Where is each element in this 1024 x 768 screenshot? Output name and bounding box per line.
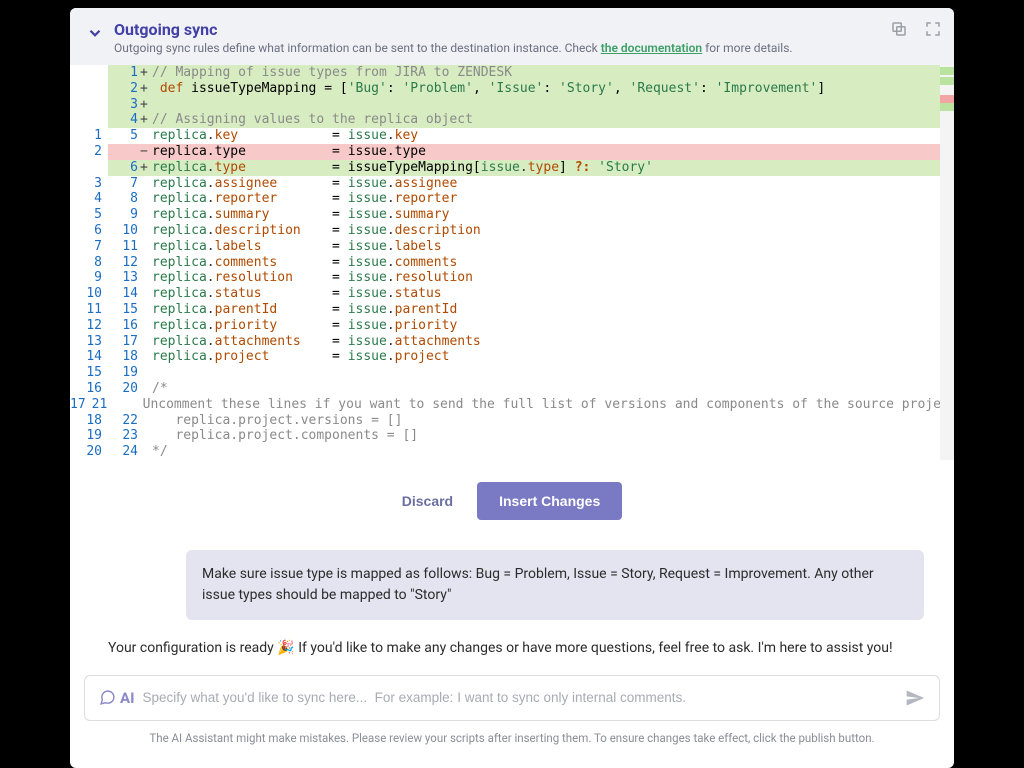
code-line[interactable]: 1317 replica.attachments = issue.attachm… — [70, 334, 954, 350]
code-line[interactable]: 37 replica.assignee = issue.assignee — [70, 176, 954, 192]
ai-message-text-pre: Your configuration is ready — [108, 640, 277, 656]
chevron-down-icon — [86, 24, 104, 42]
subtitle-text-post: for more details. — [702, 41, 792, 55]
code-line[interactable]: 1+// Mapping of issue types from JIRA to… — [70, 65, 954, 81]
code-line[interactable]: 812 replica.comments = issue.comments — [70, 255, 954, 271]
code-line[interactable]: 1721 Uncomment these lines if you want t… — [70, 397, 954, 413]
code-line[interactable]: 3+ — [70, 97, 954, 113]
code-line[interactable]: 1822 replica.project.versions = [] — [70, 413, 954, 429]
collapse-toggle[interactable] — [86, 24, 104, 46]
user-message: Make sure issue type is mapped as follow… — [186, 550, 924, 620]
disclaimer-text: The AI Assistant might make mistakes. Pl… — [70, 723, 954, 757]
code-line[interactable]: 48 replica.reporter = issue.reporter — [70, 191, 954, 207]
diff-actions: Discard Insert Changes — [70, 460, 954, 538]
copy-icon[interactable] — [890, 20, 908, 38]
chat-icon — [99, 689, 116, 706]
fullscreen-icon[interactable] — [924, 20, 942, 38]
subtitle-text: Outgoing sync rules define what informat… — [114, 41, 601, 55]
ai-badge: AI — [99, 689, 134, 707]
outgoing-sync-panel: Outgoing sync Outgoing sync rules define… — [70, 8, 954, 768]
panel-subtitle: Outgoing sync rules define what informat… — [114, 41, 938, 55]
code-line[interactable]: 1216 replica.priority = issue.priority — [70, 318, 954, 334]
code-line[interactable]: 1418 replica.project = issue.project — [70, 349, 954, 365]
insert-changes-button[interactable]: Insert Changes — [477, 482, 622, 520]
send-icon[interactable] — [905, 688, 925, 708]
code-line[interactable]: 711 replica.labels = issue.labels — [70, 239, 954, 255]
minimap[interactable] — [940, 65, 954, 460]
code-line[interactable]: 1519 — [70, 365, 954, 381]
code-line[interactable]: 610 replica.description = issue.descript… — [70, 223, 954, 239]
chat-area: Make sure issue type is mapped as follow… — [70, 538, 954, 667]
code-line[interactable]: 6+replica.type = issueTypeMapping[issue.… — [70, 160, 954, 176]
ai-message-text-post: If you'd like to make any changes or hav… — [295, 640, 893, 656]
code-line[interactable]: 2−replica.type = issue.type — [70, 144, 954, 160]
code-line[interactable]: 1115 replica.parentId = issue.parentId — [70, 302, 954, 318]
code-line[interactable]: 2+ def issueTypeMapping = ['Bug': 'Probl… — [70, 81, 954, 97]
panel-header: Outgoing sync Outgoing sync rules define… — [70, 8, 954, 65]
code-line[interactable]: 4+// Assigning values to the replica obj… — [70, 112, 954, 128]
code-line[interactable]: 1014 replica.status = issue.status — [70, 286, 954, 302]
code-line[interactable]: 15 replica.key = issue.key — [70, 128, 954, 144]
ai-input-row[interactable]: AI — [84, 675, 940, 721]
code-line[interactable]: 913 replica.resolution = issue.resolutio… — [70, 270, 954, 286]
ai-message: Your configuration is ready 🎉 If you'd l… — [100, 634, 924, 663]
code-line[interactable]: 1923 replica.project.components = [] — [70, 428, 954, 444]
panel-title: Outgoing sync — [114, 20, 938, 39]
documentation-link[interactable]: the documentation — [601, 41, 702, 55]
party-popper-icon: 🎉 — [277, 640, 294, 656]
code-diff-editor[interactable]: 1+// Mapping of issue types from JIRA to… — [70, 65, 954, 460]
discard-button[interactable]: Discard — [402, 482, 453, 520]
ai-label: AI — [120, 689, 134, 707]
code-line[interactable]: 2024 */ — [70, 444, 954, 460]
code-line[interactable]: 1620 /* — [70, 381, 954, 397]
ai-prompt-input[interactable] — [142, 690, 897, 705]
code-line[interactable]: 59 replica.summary = issue.summary — [70, 207, 954, 223]
